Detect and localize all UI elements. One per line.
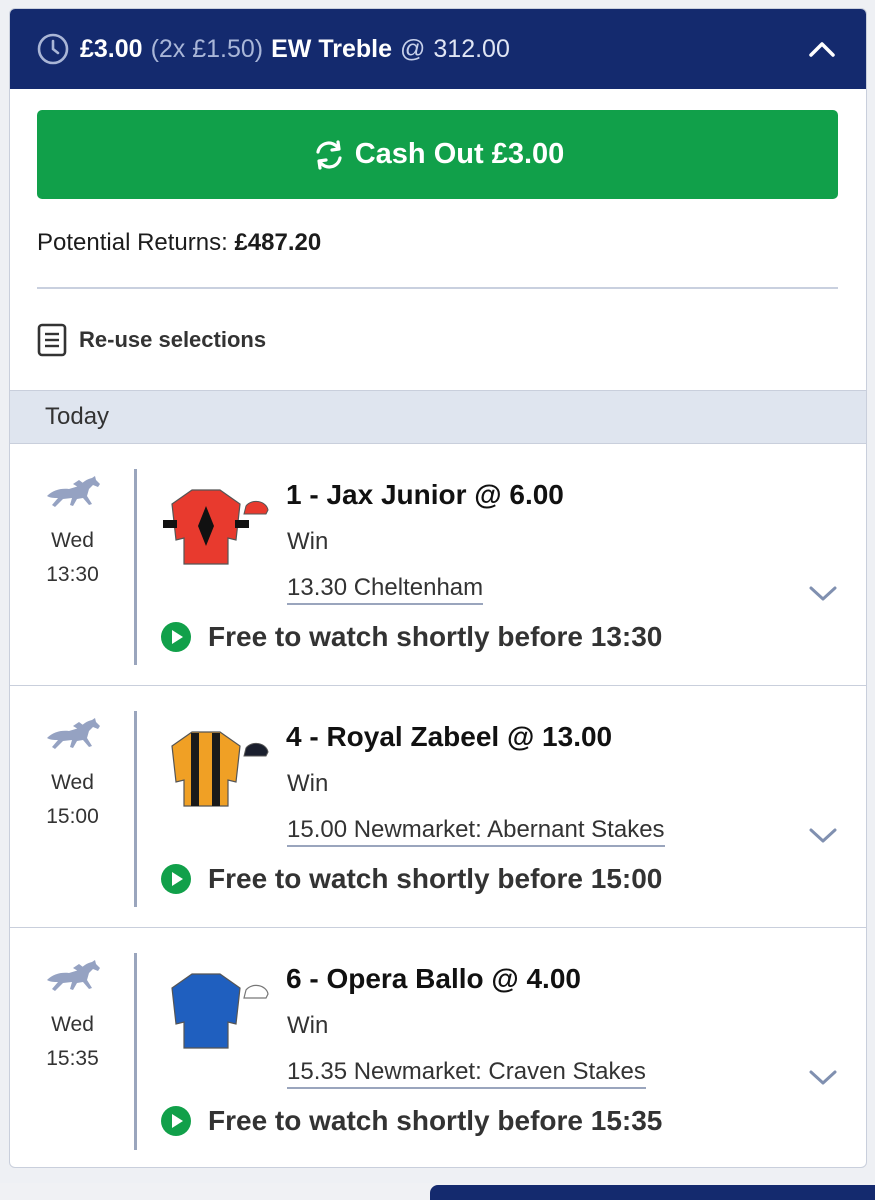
horse-racing-icon [46, 960, 100, 991]
potential-returns: Potential Returns: £487.20 [37, 229, 866, 257]
free-to-watch[interactable]: Free to watch shortly before 15:35 [160, 1105, 662, 1137]
selection-title: 6 - Opera Ballo @ 4.00 [286, 963, 581, 994]
race-day: Wed [51, 771, 94, 794]
chevron-up-icon[interactable] [806, 33, 838, 65]
total-odds: 312.00 [433, 34, 510, 63]
selection-market: Win [287, 1012, 329, 1039]
horse-racing-icon [46, 718, 100, 749]
race-time-value: 15:35 [46, 1047, 99, 1070]
selection-title: 4 - Royal Zabeel @ 13.00 [286, 721, 613, 752]
selection-row: Wed 15:35 6 - Opera Ballo @ 4.00 Win 15.… [10, 928, 866, 1167]
play-icon [160, 1105, 192, 1137]
clock-icon [36, 32, 70, 66]
selection-market: Win [287, 770, 329, 797]
jockey-silk-icon [171, 973, 269, 1049]
selection-market: Win [287, 528, 329, 555]
race-time-value: 15:00 [46, 805, 99, 828]
potential-returns-value: £487.20 [234, 229, 322, 256]
play-icon [160, 621, 192, 653]
selection-row: Wed 13:30 1 - Jax Junior @ 6.00 Win 13.3… [10, 444, 866, 686]
race-name-link[interactable]: 15.35 Newmarket: Craven Stakes [287, 1058, 646, 1089]
race-day: Wed [51, 1013, 94, 1036]
race-time: Wed 13:30 [35, 474, 110, 592]
race-name-link[interactable]: 13.30 Cheltenham [287, 574, 484, 605]
cash-out-button[interactable]: Cash Out £3.00 [37, 110, 838, 199]
chevron-down-icon[interactable] [808, 824, 838, 846]
selection-row: Wed 15:00 4 - Royal Zabeel @ 13.00 Win 1… [10, 686, 866, 928]
selection-title: 1 - Jax Junior @ 6.00 [286, 479, 564, 510]
bottom-bar-edge [430, 1185, 875, 1200]
jockey-silk-icon [171, 731, 269, 807]
bet-stake: £3.00 [80, 34, 143, 63]
race-day: Wed [51, 529, 94, 552]
chevron-down-icon[interactable] [808, 1066, 838, 1088]
free-to-watch[interactable]: Free to watch shortly before 13:30 [160, 621, 662, 653]
section-label: Today [45, 403, 110, 430]
cash-out-label: Cash Out £3.00 [354, 138, 565, 170]
bet-header[interactable]: £3.00 (2x £1.50) EW Treble @ 312.00 [10, 9, 866, 89]
refresh-icon [316, 139, 342, 170]
reuse-selections-link[interactable]: Re-use selections [37, 323, 866, 357]
free-to-watch-label: Free to watch shortly before 15:35 [208, 1105, 663, 1136]
divider [37, 287, 838, 289]
bet-stake-split: (2x £1.50) [150, 34, 264, 63]
bet-card: £3.00 (2x £1.50) EW Treble @ 312.00 Cash… [9, 8, 867, 1168]
at-symbol: @ [400, 34, 426, 63]
race-time: Wed 15:00 [35, 716, 110, 834]
chevron-down-icon[interactable] [808, 582, 838, 604]
bet-type: EW Treble [271, 34, 392, 63]
section-header-today: Today [10, 390, 866, 444]
race-time: Wed 15:35 [35, 958, 110, 1076]
potential-returns-label: Potential Returns: [37, 229, 228, 256]
free-to-watch-label: Free to watch shortly before 15:00 [208, 863, 663, 894]
free-to-watch-label: Free to watch shortly before 13:30 [208, 621, 663, 652]
vertical-divider [134, 711, 137, 907]
jockey-silk-icon [163, 489, 269, 565]
race-time-value: 13:30 [46, 563, 99, 586]
document-icon [37, 323, 67, 357]
play-icon [160, 863, 192, 895]
vertical-divider [134, 953, 137, 1150]
bottom-strip [0, 1183, 875, 1200]
reuse-selections-label: Re-use selections [79, 327, 267, 352]
free-to-watch[interactable]: Free to watch shortly before 15:00 [160, 863, 662, 895]
horse-racing-icon [46, 476, 100, 507]
race-name-link[interactable]: 15.00 Newmarket: Abernant Stakes [287, 816, 665, 847]
vertical-divider [134, 469, 137, 665]
